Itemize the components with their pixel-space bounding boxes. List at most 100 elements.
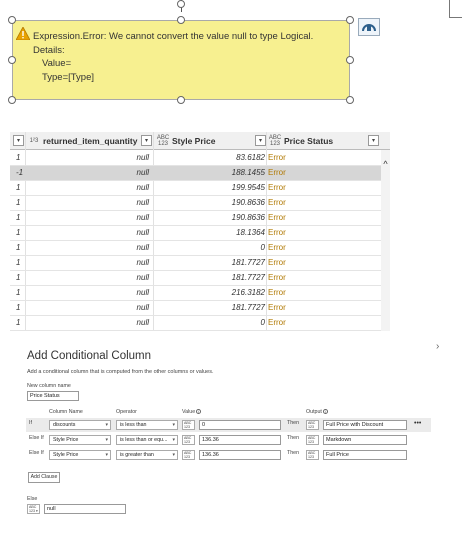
resize-handle[interactable] xyxy=(177,96,185,104)
table-row[interactable]: 1 null 181.7727 Error xyxy=(10,271,390,286)
table-row[interactable]: 1 null 0 Error xyxy=(10,241,390,256)
table-cell[interactable]: 190.8636 xyxy=(232,213,265,222)
table-cell[interactable]: 1 xyxy=(16,228,20,237)
table-cell[interactable]: null xyxy=(137,273,149,282)
resize-handle[interactable] xyxy=(346,96,354,104)
column-header[interactable]: 1²3 returned_item_quantity xyxy=(27,132,145,150)
table-cell[interactable]: Error xyxy=(268,228,286,237)
column-name-select[interactable]: discounts ▾ xyxy=(49,420,111,430)
table-cell[interactable]: 0 xyxy=(261,318,265,327)
type-selector-icon[interactable]: ABC 123 xyxy=(182,435,195,445)
table-cell[interactable]: null xyxy=(137,258,149,267)
table-cell[interactable]: 1 xyxy=(16,183,20,192)
table-cell[interactable]: 1 xyxy=(16,243,20,252)
table-cell[interactable]: Error xyxy=(268,213,286,222)
type-selector-icon[interactable]: ABC 123 xyxy=(182,450,195,460)
new-column-name-input[interactable]: Price Status xyxy=(27,391,79,401)
output-input[interactable]: Markdown xyxy=(323,435,407,445)
table-row[interactable]: 1 null 181.7727 Error xyxy=(10,256,390,271)
table-cell[interactable]: 18.1364 xyxy=(236,228,265,237)
chevron-right-icon[interactable]: › xyxy=(436,341,439,352)
table-cell[interactable]: Error xyxy=(268,168,286,177)
table-cell[interactable]: 1 xyxy=(16,273,20,282)
table-row[interactable]: 1 null 181.7727 Error xyxy=(10,301,390,316)
table-cell[interactable]: 0 xyxy=(261,243,265,252)
resize-handle[interactable] xyxy=(177,0,185,8)
table-cell[interactable]: 1 xyxy=(16,258,20,267)
type-selector-icon[interactable]: ABC 123 xyxy=(306,450,319,460)
table-cell[interactable]: 188.1455 xyxy=(232,168,265,177)
add-clause-button[interactable]: Add Clause xyxy=(28,472,60,483)
table-cell[interactable]: 216.3182 xyxy=(232,288,265,297)
table-cell[interactable]: Error xyxy=(268,258,286,267)
table-cell[interactable]: 1 xyxy=(16,198,20,207)
column-name-select[interactable]: Style Price ▾ xyxy=(49,450,111,460)
value-input[interactable]: 0 xyxy=(199,420,281,430)
resize-handle[interactable] xyxy=(8,96,16,104)
table-cell[interactable]: 1 xyxy=(16,213,20,222)
table-cell[interactable]: 181.7727 xyxy=(232,303,265,312)
table-cell[interactable]: 1 xyxy=(16,153,20,162)
table-cell[interactable]: 1 xyxy=(16,288,20,297)
table-cell[interactable]: null xyxy=(137,303,149,312)
table-cell[interactable]: Error xyxy=(268,153,286,162)
table-row[interactable]: 1 null 199.9545 Error xyxy=(10,181,390,196)
table-cell[interactable]: null xyxy=(137,183,149,192)
column-menu-button[interactable]: ▾ xyxy=(13,135,24,146)
table-row[interactable]: 1 null 83.6182 Error xyxy=(10,151,390,166)
column-filter-button[interactable]: ▾ xyxy=(368,135,379,146)
column-header[interactable]: ABC 123 Style Price xyxy=(156,132,260,150)
resize-handle[interactable] xyxy=(346,16,354,24)
table-row[interactable]: 1 null 18.1364 Error xyxy=(10,226,390,241)
value-input[interactable]: 136.36 xyxy=(199,450,281,460)
table-cell[interactable]: 1 xyxy=(16,318,20,327)
table-cell[interactable]: 190.8636 xyxy=(232,198,265,207)
vertical-scrollbar[interactable] xyxy=(381,150,390,331)
table-cell[interactable]: Error xyxy=(268,303,286,312)
resize-handle[interactable] xyxy=(177,16,185,24)
type-selector-icon[interactable]: ABC 123 xyxy=(182,420,195,430)
layout-options-icon[interactable] xyxy=(358,18,380,36)
type-selector-icon[interactable]: ABC 123 xyxy=(306,435,319,445)
table-cell[interactable]: 181.7727 xyxy=(232,273,265,282)
output-input[interactable]: Full Price with Discount xyxy=(323,420,407,430)
table-cell[interactable]: null xyxy=(137,153,149,162)
table-cell[interactable]: null xyxy=(137,288,149,297)
table-cell[interactable]: 1 xyxy=(16,303,20,312)
column-name-select[interactable]: Style Price ▾ xyxy=(49,435,111,445)
operator-select[interactable]: is less than or equ... ▾ xyxy=(116,435,178,445)
table-cell[interactable]: -1 xyxy=(16,168,23,177)
operator-select[interactable]: is greater than ▾ xyxy=(116,450,178,460)
table-cell[interactable]: Error xyxy=(268,288,286,297)
table-cell[interactable]: 199.9545 xyxy=(232,183,265,192)
table-cell[interactable]: null xyxy=(137,243,149,252)
type-selector-icon[interactable]: ABC 123 xyxy=(306,420,319,430)
table-cell[interactable]: Error xyxy=(268,198,286,207)
table-cell[interactable]: null xyxy=(137,228,149,237)
table-row[interactable]: 1 null 190.8636 Error xyxy=(10,196,390,211)
type-selector-icon[interactable]: ABC 123 ▾ xyxy=(27,504,40,514)
column-filter-button[interactable]: ▾ xyxy=(255,135,266,146)
else-value-input[interactable]: null xyxy=(44,504,126,514)
table-cell[interactable]: 181.7727 xyxy=(232,258,265,267)
column-header[interactable]: ABC 123 Price Status xyxy=(268,132,378,150)
table-row[interactable]: 1 null 216.3182 Error xyxy=(10,286,390,301)
table-cell[interactable]: null xyxy=(137,168,149,177)
table-cell[interactable]: 83.6182 xyxy=(236,153,265,162)
table-cell[interactable]: null xyxy=(137,318,149,327)
resize-handle[interactable] xyxy=(346,56,354,64)
table-cell[interactable]: Error xyxy=(268,318,286,327)
table-cell[interactable]: null xyxy=(137,198,149,207)
table-cell[interactable]: Error xyxy=(268,243,286,252)
table-row[interactable]: -1 null 188.1455 Error xyxy=(10,166,390,181)
table-cell[interactable]: null xyxy=(137,213,149,222)
table-row[interactable]: 1 null 0 Error xyxy=(10,316,390,331)
operator-select[interactable]: is less than ▾ xyxy=(116,420,178,430)
table-cell[interactable]: Error xyxy=(268,273,286,282)
scroll-up-icon[interactable]: ^ xyxy=(381,160,390,169)
table-row[interactable]: 1 null 190.8636 Error xyxy=(10,211,390,226)
resize-handle[interactable] xyxy=(8,16,16,24)
column-filter-button[interactable]: ▾ xyxy=(141,135,152,146)
value-input[interactable]: 136.36 xyxy=(199,435,281,445)
output-input[interactable]: Full Price xyxy=(323,450,407,460)
